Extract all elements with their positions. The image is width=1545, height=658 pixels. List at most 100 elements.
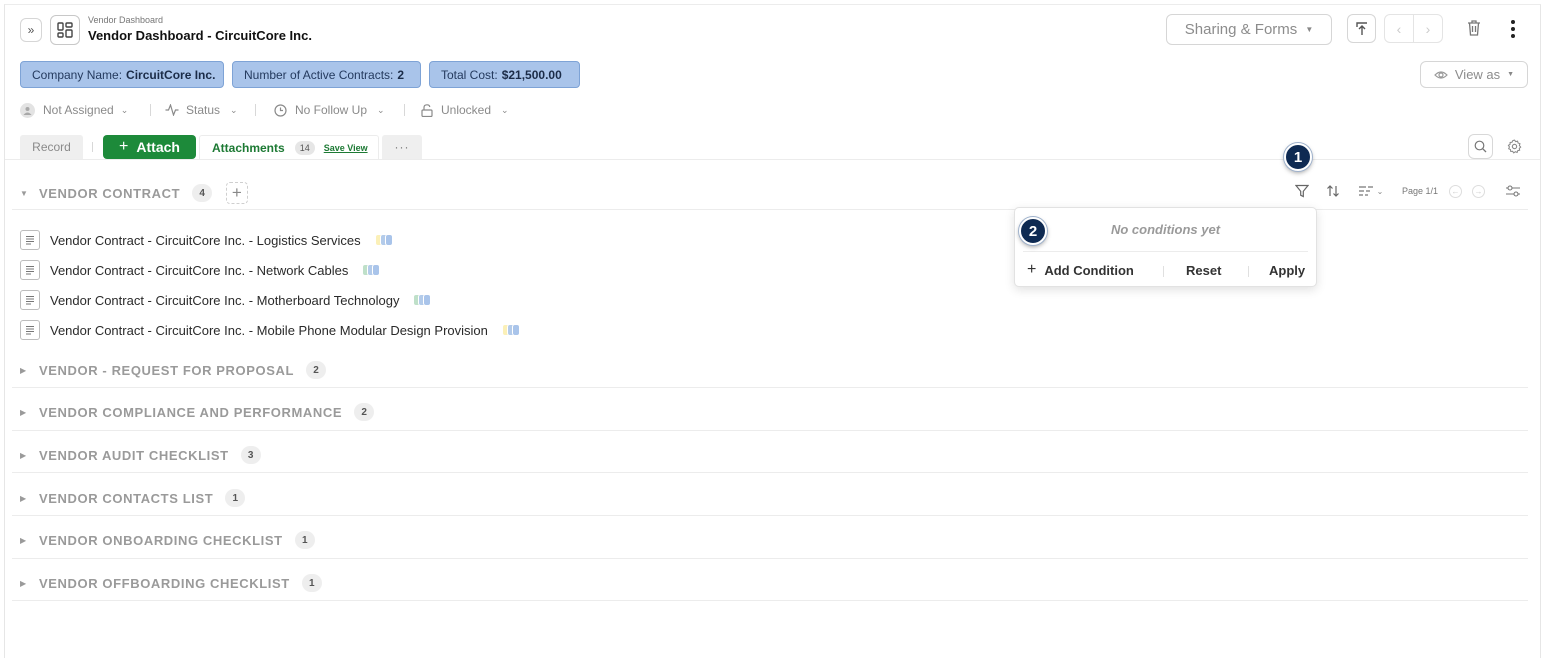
save-view-link[interactable]: Save View xyxy=(324,143,368,153)
arrow-right-icon: → xyxy=(1474,187,1483,196)
follow-up-label: No Follow Up xyxy=(295,103,368,117)
settings-button[interactable] xyxy=(1507,139,1522,154)
divider xyxy=(12,558,1528,559)
divider xyxy=(404,104,405,116)
apply-button[interactable]: Apply xyxy=(1269,263,1305,278)
section-vendor-onboarding[interactable]: ▶ VENDOR ONBOARDING CHECKLIST 1 xyxy=(20,531,315,549)
arrow-left-icon: ← xyxy=(1451,187,1460,196)
list-item[interactable]: Vendor Contract - CircuitCore Inc. - Mot… xyxy=(20,289,432,311)
list-item[interactable]: Vendor Contract - CircuitCore Inc. - Net… xyxy=(20,259,381,281)
tab-attachments[interactable]: Attachments 14 Save View xyxy=(199,135,379,160)
document-icon xyxy=(20,230,40,250)
add-item-button[interactable]: + xyxy=(226,182,249,204)
chip-label: Number of Active Contracts: xyxy=(244,67,394,82)
divider xyxy=(12,430,1528,431)
filter-button[interactable] xyxy=(1294,183,1310,199)
chevron-right-icon: › xyxy=(1425,20,1431,37)
chip-value: CircuitCore Inc. xyxy=(126,67,216,82)
expand-sidebar-button[interactable]: » xyxy=(20,18,42,42)
section-vendor-contacts[interactable]: ▶ VENDOR CONTACTS LIST 1 xyxy=(20,489,246,507)
list-item[interactable]: Vendor Contract - CircuitCore Inc. - Log… xyxy=(20,229,393,251)
divider xyxy=(12,600,1528,601)
item-tags xyxy=(501,324,520,336)
clock-icon xyxy=(274,103,287,117)
upload-arrow-icon xyxy=(1355,21,1367,35)
gear-icon xyxy=(1507,139,1522,154)
trash-icon xyxy=(1468,20,1480,36)
next-page-button[interactable]: → xyxy=(1472,185,1485,198)
view-settings-button[interactable] xyxy=(1505,183,1520,199)
divider xyxy=(1248,266,1249,277)
section-vendor-offboarding[interactable]: ▶ VENDOR OFFBOARDING CHECKLIST 1 xyxy=(20,574,322,592)
group-by-button[interactable]: ⌄ xyxy=(1356,183,1386,199)
divider xyxy=(92,142,93,152)
delete-button[interactable] xyxy=(1466,19,1484,39)
status-label: Status xyxy=(186,103,221,117)
caret-down-icon: ▼ xyxy=(1305,25,1314,34)
chip-label: Total Cost: xyxy=(441,67,498,82)
caret-right-icon: ▶ xyxy=(20,407,27,417)
document-icon xyxy=(20,320,40,340)
attachments-count-badge: 14 xyxy=(294,140,315,155)
page-title: Vendor Dashboard - CircuitCore Inc. xyxy=(88,28,312,43)
lock-label: Unlocked xyxy=(441,103,492,117)
color-tag xyxy=(384,234,393,246)
section-vendor-rfp[interactable]: ▶ VENDOR - REQUEST FOR PROPOSAL 2 xyxy=(20,361,327,379)
assignee-dropdown[interactable]: Not Assigned ⌄ xyxy=(20,102,128,118)
user-avatar-icon xyxy=(20,102,35,118)
section-count-badge: 2 xyxy=(306,361,327,379)
chevron-down-icon: ⌄ xyxy=(1376,186,1384,196)
item-tags xyxy=(362,264,381,276)
plus-icon: + xyxy=(119,138,129,155)
add-condition-button[interactable]: + Add Condition xyxy=(1027,261,1134,279)
next-record-button[interactable]: › xyxy=(1413,14,1443,43)
active-contracts-chip[interactable]: Number of Active Contracts: 2 xyxy=(232,61,421,88)
caret-right-icon: ▶ xyxy=(20,365,27,375)
section-count-badge: 1 xyxy=(225,489,246,507)
add-condition-label: Add Condition xyxy=(1044,262,1134,278)
attach-button[interactable]: + Attach xyxy=(103,135,196,159)
tab-record-label: Record xyxy=(32,140,71,154)
more-options-button[interactable] xyxy=(1507,20,1519,38)
caret-right-icon: ▶ xyxy=(20,535,27,545)
item-name: Vendor Contract - CircuitCore Inc. - Net… xyxy=(50,262,349,278)
dashboard-app-icon xyxy=(50,15,80,45)
step-callout-1: 1 xyxy=(1284,143,1312,171)
chip-label: Company Name: xyxy=(32,67,123,82)
lock-dropdown[interactable]: Unlocked ⌄ xyxy=(421,102,509,118)
list-item[interactable]: Vendor Contract - CircuitCore Inc. - Mob… xyxy=(20,319,520,341)
status-dropdown[interactable]: Status ⌄ xyxy=(165,102,238,118)
item-name: Vendor Contract - CircuitCore Inc. - Log… xyxy=(50,232,361,248)
section-title: VENDOR ONBOARDING CHECKLIST xyxy=(39,532,283,548)
ellipsis-icon: ··· xyxy=(394,140,410,154)
kebab-menu-icon xyxy=(1511,20,1515,24)
follow-up-dropdown[interactable]: No Follow Up ⌄ xyxy=(274,102,385,118)
upload-button[interactable] xyxy=(1347,14,1376,43)
activity-pulse-icon xyxy=(165,104,179,116)
attach-label: Attach xyxy=(136,139,180,155)
section-vendor-audit[interactable]: ▶ VENDOR AUDIT CHECKLIST 3 xyxy=(20,446,261,464)
search-button[interactable] xyxy=(1468,134,1493,159)
section-vendor-compliance[interactable]: ▶ VENDOR COMPLIANCE AND PERFORMANCE 2 xyxy=(20,403,375,421)
sort-button[interactable] xyxy=(1325,183,1341,199)
divider xyxy=(12,387,1528,388)
total-cost-chip[interactable]: Total Cost: $21,500.00 xyxy=(429,61,580,88)
item-tags xyxy=(413,294,432,306)
sharing-forms-button[interactable]: Sharing & Forms ▼ xyxy=(1166,14,1332,45)
plus-icon: + xyxy=(231,183,243,202)
item-name: Vendor Contract - CircuitCore Inc. - Mot… xyxy=(50,292,400,308)
chevron-down-icon: ⌄ xyxy=(377,104,385,115)
section-title: VENDOR CONTACTS LIST xyxy=(39,490,214,506)
view-as-button[interactable]: View as ▼ xyxy=(1420,61,1528,88)
prev-page-button[interactable]: ← xyxy=(1449,185,1462,198)
more-tabs-button[interactable]: ··· xyxy=(382,135,422,159)
reset-button[interactable]: Reset xyxy=(1186,263,1221,278)
chevron-down-icon: ⌄ xyxy=(501,104,509,115)
section-vendor-contract[interactable]: ▼ VENDOR CONTRACT 4 + xyxy=(20,182,249,204)
breadcrumb[interactable]: Vendor Dashboard xyxy=(88,15,163,25)
sharing-forms-label: Sharing & Forms xyxy=(1184,21,1298,38)
prev-record-button[interactable]: ‹ xyxy=(1384,14,1414,43)
tab-record[interactable]: Record xyxy=(20,135,83,159)
section-title: VENDOR COMPLIANCE AND PERFORMANCE xyxy=(39,404,343,420)
company-name-chip[interactable]: Company Name: CircuitCore Inc. xyxy=(20,61,224,88)
